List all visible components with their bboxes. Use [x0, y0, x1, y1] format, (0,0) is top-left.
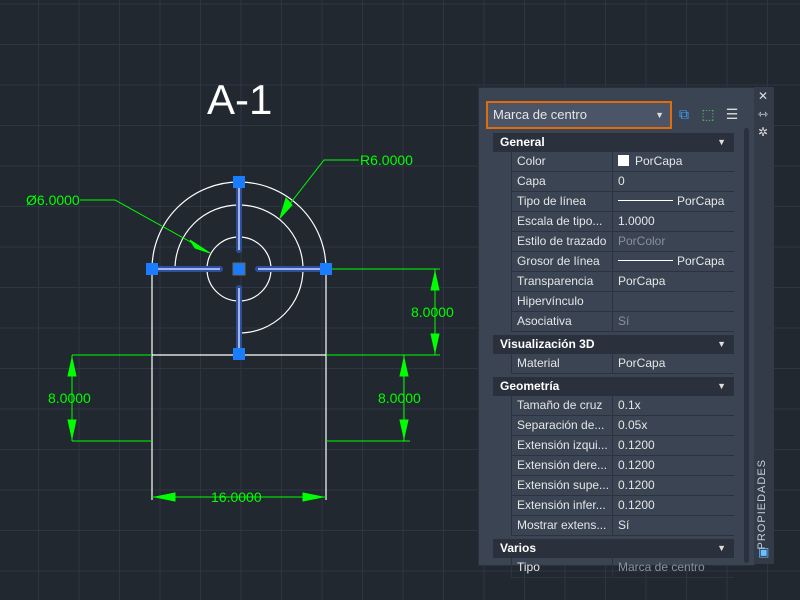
property-value[interactable]: PorCapa	[613, 152, 734, 171]
property-value[interactable]: 0.1200	[613, 496, 734, 515]
right-height-label: 8.0000	[411, 304, 454, 320]
chevron-down-icon: ▼	[655, 110, 664, 120]
property-row[interactable]: Separación de... 0.05x	[511, 416, 734, 436]
property-row[interactable]: Extensión dere... 0.1200	[511, 456, 734, 476]
properties-panel: Marca de centro ▼ ⧉ ⬚ ☰ General ▼ Color PorC…	[478, 87, 755, 578]
property-name: Asociativa	[512, 312, 613, 331]
property-row[interactable]: Capa 0	[511, 172, 734, 192]
property-value[interactable]: 0.05x	[613, 416, 734, 435]
section-3[interactable]: Varios ▼	[493, 539, 734, 558]
property-row[interactable]: Mostrar extens... Sí	[511, 516, 734, 536]
center-mark[interactable]	[146, 176, 332, 360]
property-row[interactable]: Extensión izqui... 0.1200	[511, 436, 734, 456]
property-name: Tipo	[512, 558, 613, 577]
property-name: Grosor de línea	[512, 252, 613, 271]
property-name: Color	[512, 152, 613, 171]
property-value[interactable]: 0.1200	[613, 476, 734, 495]
property-name: Estilo de trazado	[512, 232, 613, 251]
collapse-icon[interactable]: ▼	[717, 539, 726, 558]
width-label: 16.0000	[211, 489, 262, 505]
object-type-select[interactable]: Marca de centro ▼	[486, 101, 672, 129]
property-value[interactable]: Sí	[613, 516, 734, 535]
property-name: Extensión supe...	[512, 476, 613, 495]
property-value[interactable]: PorCapa	[613, 192, 734, 211]
property-row[interactable]: Tipo Marca de centro	[511, 558, 734, 578]
property-name: Hipervínculo	[512, 292, 613, 311]
property-row[interactable]: Estilo de trazado PorColor	[511, 232, 734, 252]
property-name: Separación de...	[512, 416, 613, 435]
property-value[interactable]	[613, 292, 734, 311]
select-objects-icon[interactable]: ⬚	[699, 105, 717, 123]
property-row[interactable]: Color PorCapa	[511, 152, 734, 172]
property-row[interactable]: Tipo de línea PorCapa	[511, 192, 734, 212]
property-value[interactable]: PorColor	[613, 232, 734, 251]
right-lower-label: 8.0000	[378, 390, 421, 406]
property-name: Material	[512, 354, 613, 373]
section-0[interactable]: General ▼	[493, 133, 734, 152]
panel-side-strip: ✕ ⇿ ✲ PROPIEDADES ▣	[754, 87, 774, 564]
property-value[interactable]: PorCapa	[613, 354, 734, 373]
line-sample	[618, 260, 673, 261]
property-row[interactable]: Tamaño de cruz 0.1x	[511, 396, 734, 416]
section-2[interactable]: Geometría ▼	[493, 377, 734, 396]
property-name: Transparencia	[512, 272, 613, 291]
property-value[interactable]: 0.1200	[613, 436, 734, 455]
close-icon[interactable]: ✕	[758, 89, 768, 103]
property-name: Escala de tipo...	[512, 212, 613, 231]
line-sample	[618, 200, 673, 201]
settings-icon[interactable]: ✲	[758, 125, 768, 139]
property-row[interactable]: Transparencia PorCapa	[511, 272, 734, 292]
property-row[interactable]: Extensión supe... 0.1200	[511, 476, 734, 496]
property-name: Extensión izqui...	[512, 436, 613, 455]
property-name: Extensión dere...	[512, 456, 613, 475]
property-row[interactable]: Material PorCapa	[511, 354, 734, 374]
color-swatch	[618, 155, 629, 166]
diameter-label: Ø6.0000	[26, 192, 80, 208]
property-value[interactable]: Sí	[613, 312, 734, 331]
property-value[interactable]: 0.1x	[613, 396, 734, 415]
left-height-label: 8.0000	[48, 390, 91, 406]
properties-icon: ▣	[758, 545, 770, 559]
property-value[interactable]: PorCapa	[613, 252, 734, 271]
collapse-icon[interactable]: ▼	[717, 133, 726, 152]
section-1[interactable]: Visualización 3D ▼	[493, 335, 734, 354]
property-value[interactable]: Marca de centro	[613, 558, 734, 577]
property-name: Tipo de línea	[512, 192, 613, 211]
toggle-pickadd-icon[interactable]: ☰	[723, 105, 741, 123]
radius-label: R6.0000	[360, 152, 413, 168]
scrollbar[interactable]	[744, 128, 749, 563]
property-row[interactable]: Grosor de línea PorCapa	[511, 252, 734, 272]
property-value[interactable]: 1.0000	[613, 212, 734, 231]
property-value[interactable]: 0	[613, 172, 734, 191]
auto-hide-icon[interactable]: ⇿	[758, 107, 768, 121]
quick-select-icon[interactable]: ⧉	[675, 105, 693, 123]
property-value[interactable]: PorCapa	[613, 272, 734, 291]
panel-side-label: PROPIEDADES	[756, 459, 768, 550]
property-row[interactable]: Asociativa Sí	[511, 312, 734, 332]
collapse-icon[interactable]: ▼	[717, 335, 726, 354]
property-name: Extensión infer...	[512, 496, 613, 515]
property-value[interactable]: 0.1200	[613, 456, 734, 475]
property-row[interactable]: Extensión infer... 0.1200	[511, 496, 734, 516]
property-name: Capa	[512, 172, 613, 191]
drawing-title: A-1	[207, 76, 273, 123]
property-row[interactable]: Escala de tipo... 1.0000	[511, 212, 734, 232]
collapse-icon[interactable]: ▼	[717, 377, 726, 396]
property-row[interactable]: Hipervínculo	[511, 292, 734, 312]
property-name: Tamaño de cruz	[512, 396, 613, 415]
property-name: Mostrar extens...	[512, 516, 613, 535]
